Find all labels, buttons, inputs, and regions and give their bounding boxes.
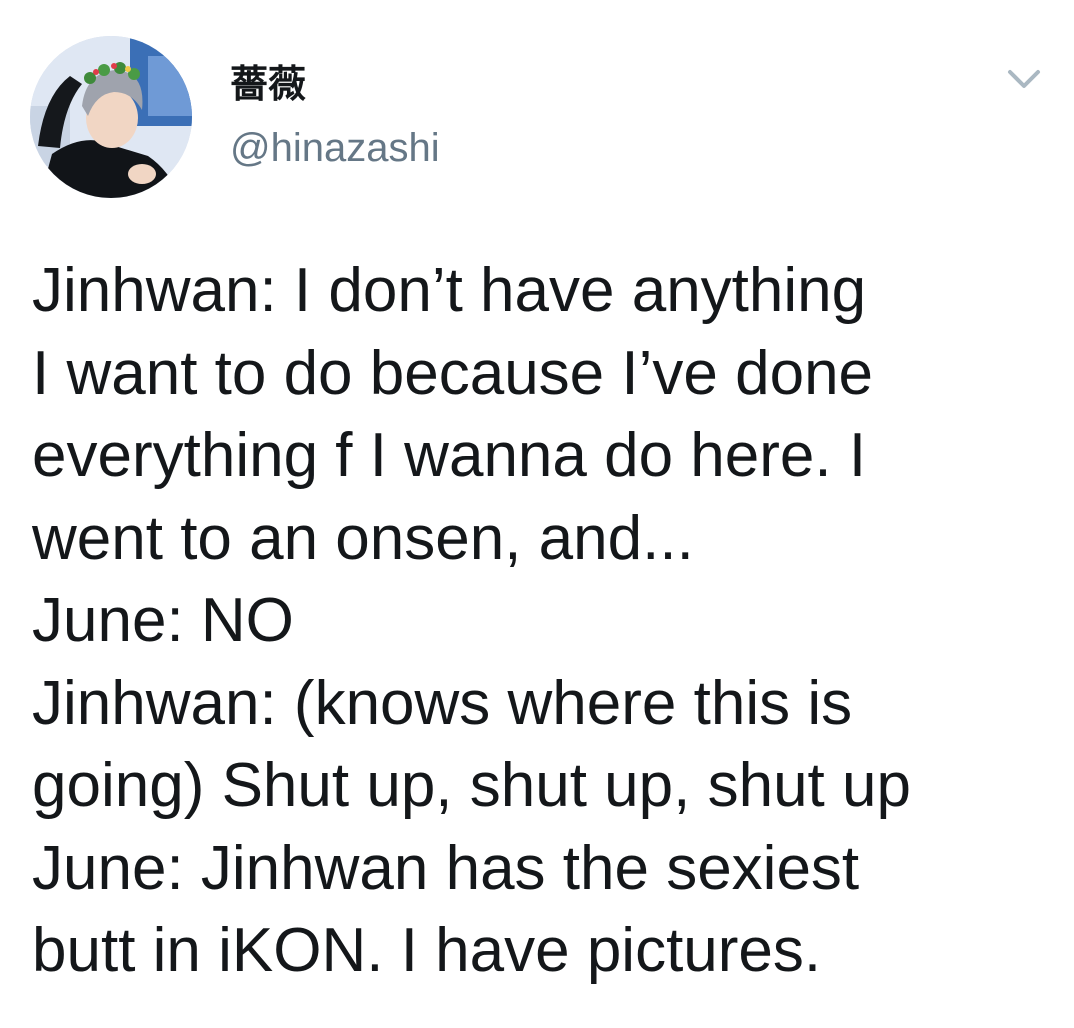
tweet-line: Jinhwan: (knows where this is [32,668,853,738]
tweet-card: 薔薇 @hinazashi Jinhwan: I don’t have anyt… [0,0,1074,1028]
user-handle[interactable]: @hinazashi [230,124,440,172]
tweet-line: everything f I wanna do here. I [32,421,867,490]
chevron-down-icon[interactable] [1000,60,1048,96]
tweet-line: I want to do because I’ve done [32,338,874,408]
tweet-line: going) Shut up, shut up, shut up [32,751,911,820]
tweet-line: June: Jinhwan has the sexiest [32,833,860,903]
tweet-line: June: NO [32,586,294,655]
tweet-line: Jinhwan: I don’t have anything [32,256,867,325]
tweet-line: butt in iKON. I have pictures. [32,916,822,985]
display-name[interactable]: 薔薇 [230,62,306,106]
avatar-image [30,36,192,198]
tweet-text: Jinhwan: I don’t have anything I want to… [32,250,1042,993]
avatar[interactable] [30,36,192,198]
tweet-line: went to an onsen, and... [32,503,694,573]
